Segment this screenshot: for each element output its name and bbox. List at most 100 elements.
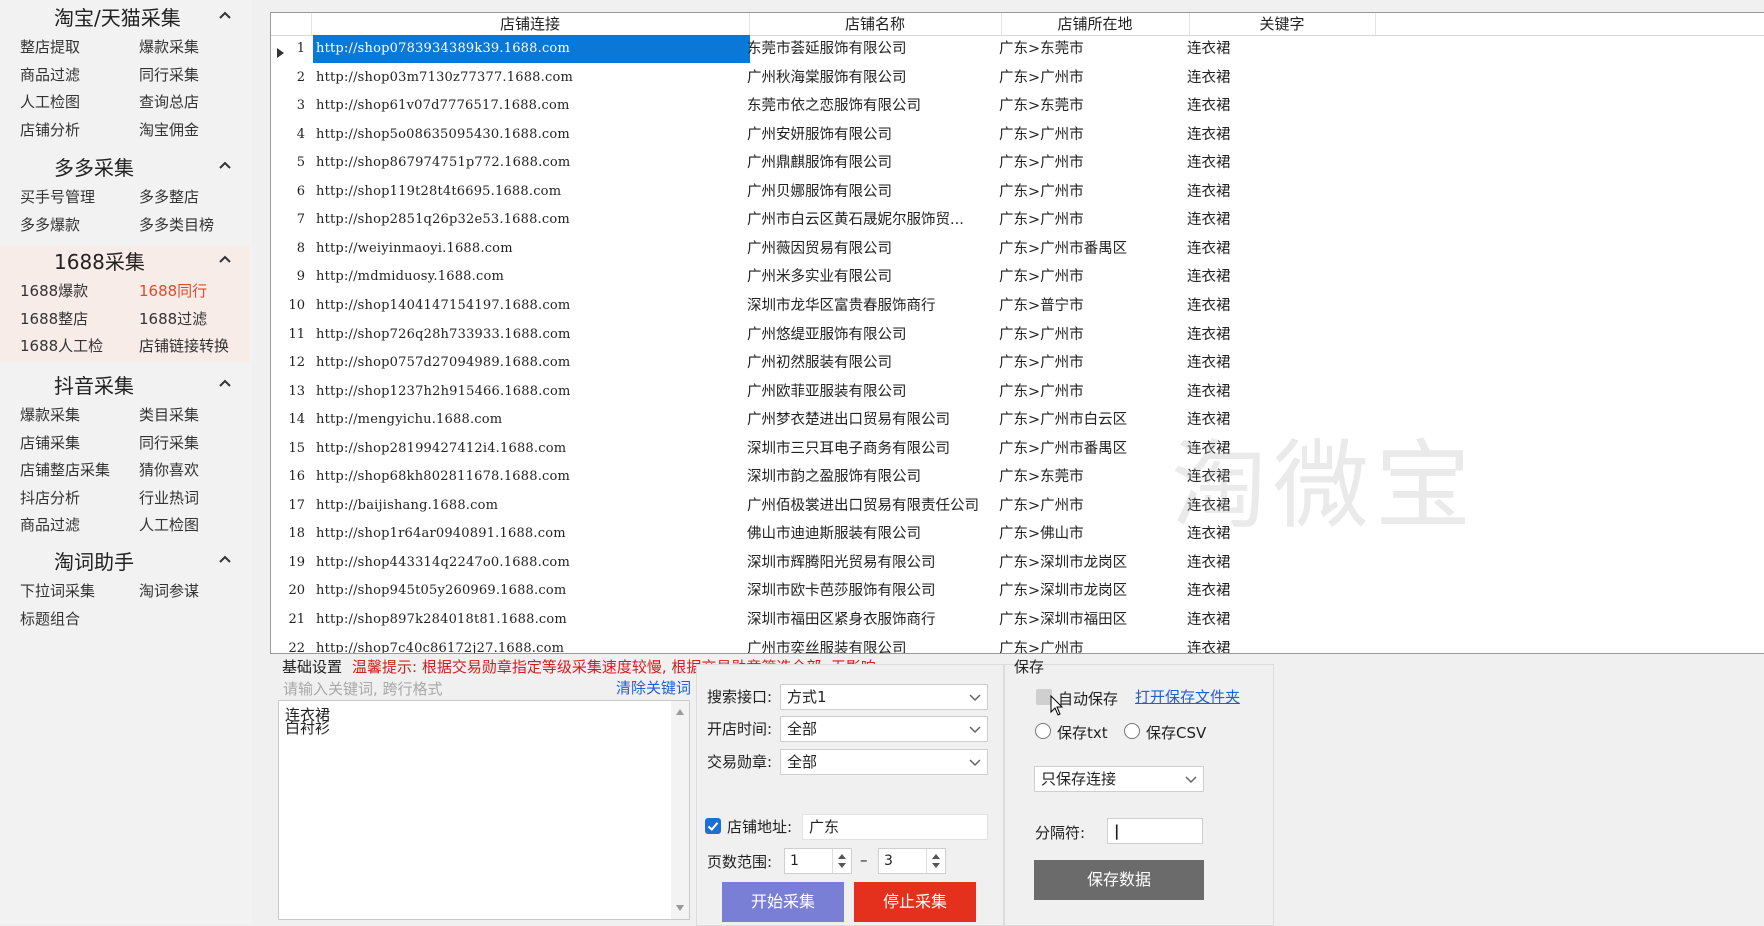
shop-name[interactable]: 广州薇因贸易有限公司 (747, 235, 999, 263)
shop-name[interactable]: 广州初然服装有限公司 (747, 349, 999, 377)
shop-location[interactable]: 广东>广州市 (999, 206, 1187, 234)
shop-location[interactable]: 广东>深圳市龙岗区 (999, 577, 1187, 605)
table-row[interactable]: 20 http://shop945t05y260969.1688.com 深圳市欧卡… (271, 577, 1764, 606)
shop-name[interactable]: 广州秋海棠服饰有限公司 (747, 64, 999, 92)
shop-name[interactable]: 深圳市韵之盈服饰有限公司 (747, 463, 999, 491)
table-row[interactable]: 17 http://baijishang.1688.com 广州佰极裳进出口贸易有限… (271, 492, 1764, 521)
sidebar-item[interactable]: 猜你喜欢 (139, 459, 199, 480)
sidebar-item[interactable]: 1688过滤 (139, 308, 207, 329)
sidebar-section-header[interactable]: 抖音采集 (0, 368, 248, 402)
stop-collect-button[interactable]: 停止采集 (854, 882, 976, 922)
table-row[interactable]: 15 http://shop28199427412i4.1688.com 深圳市三只… (271, 435, 1764, 464)
sidebar-item[interactable]: 店铺采集 (20, 432, 80, 453)
clear-keywords-link[interactable]: 清除关键词 (616, 677, 691, 698)
shop-name[interactable]: 东莞市依之恋服饰有限公司 (747, 92, 999, 120)
table-row[interactable]: 10 http://shop1404147154197.1688.com 深圳市龙华… (271, 292, 1764, 321)
results-grid[interactable]: 店铺连接 店铺名称 店铺所在地 关键字 1 http://shop07839343… (270, 12, 1764, 654)
sidebar-item[interactable]: 多多整店 (139, 186, 199, 207)
keyword[interactable]: 连衣裙 (1187, 406, 1367, 434)
shop-url[interactable]: http://shop726q28h733933.1688.com (313, 321, 750, 349)
sidebar-item[interactable]: 多多爆款 (20, 214, 80, 235)
chevron-up-icon[interactable] (216, 156, 234, 174)
sidebar-item[interactable]: 人工检图 (139, 514, 199, 535)
shop-url[interactable]: http://shop28199427412i4.1688.com (313, 435, 750, 463)
save-csv-radio[interactable] (1124, 723, 1140, 739)
shop-url[interactable]: http://baijishang.1688.com (313, 492, 750, 520)
keyword[interactable]: 连衣裙 (1187, 35, 1367, 63)
shop-location[interactable]: 广东>广州市 (999, 349, 1187, 377)
shop-location[interactable]: 广东>东莞市 (999, 35, 1187, 63)
sidebar-item[interactable]: 人工检图 (20, 91, 80, 112)
table-row[interactable]: 8 http://weiyinmaoyi.1688.com 广州薇因贸易有限公司 广东… (271, 235, 1764, 264)
col-header-location[interactable]: 店铺所在地 (1001, 13, 1190, 35)
shop-name[interactable]: 广州贝娜服饰有限公司 (747, 178, 999, 206)
sidebar-item[interactable]: 下拉词采集 (20, 580, 95, 601)
shop-url[interactable]: http://shop1237h2h915466.1688.com (313, 378, 750, 406)
shop-name[interactable]: 广州市奕丝服装有限公司 (747, 635, 999, 653)
shop-name[interactable]: 广州欧菲亚服装有限公司 (747, 378, 999, 406)
table-row[interactable]: 6 http://shop119t28t4t6695.1688.com 广州贝娜服饰… (271, 178, 1764, 207)
shop-url[interactable]: http://mdmiduosy.1688.com (313, 263, 750, 291)
page-to-spinner[interactable]: 3 (878, 848, 946, 874)
shop-url[interactable]: http://shop61v07d7776517.1688.com (313, 92, 750, 120)
sidebar-item[interactable]: 整店提取 (20, 36, 80, 57)
keyword[interactable]: 连衣裙 (1187, 235, 1367, 263)
sidebar-item[interactable]: 同行采集 (139, 64, 199, 85)
table-row[interactable]: 11 http://shop726q28h733933.1688.com 广州悠缇亚… (271, 321, 1764, 350)
shop-name[interactable]: 广州悠缇亚服饰有限公司 (747, 321, 999, 349)
sidebar-item[interactable]: 多多类目榜 (139, 214, 214, 235)
keyword-textarea[interactable]: 连衣裙 白衬衫 (278, 700, 690, 920)
sidebar-item[interactable]: 行业热词 (139, 487, 199, 508)
keyword[interactable]: 连衣裙 (1187, 577, 1367, 605)
separator-input[interactable]: | (1107, 818, 1203, 844)
page-from-spinner[interactable]: 1 (784, 848, 852, 874)
start-collect-button[interactable]: 开始采集 (722, 882, 844, 922)
keyword[interactable]: 连衣裙 (1187, 549, 1367, 577)
sidebar-item[interactable]: 1688爆款 (20, 280, 88, 301)
table-row[interactable]: 18 http://shop1r64ar0940891.1688.com 佛山市迪迪… (271, 520, 1764, 549)
shop-name[interactable]: 深圳市福田区紧身衣服饰商行 (747, 606, 999, 634)
shop-location[interactable]: 广东>广州市 (999, 121, 1187, 149)
keyword[interactable]: 连衣裙 (1187, 178, 1367, 206)
shop-location[interactable]: 广东>深圳市福田区 (999, 606, 1187, 634)
shop-name[interactable]: 广州市白云区黄石晟妮尔服饰贸... (747, 206, 999, 234)
shop-url[interactable]: http://shop5o08635095430.1688.com (313, 121, 750, 149)
table-row[interactable]: 7 http://shop2851q26p32e53.1688.com 广州市白云区… (271, 206, 1764, 235)
shop-name[interactable]: 深圳市欧卡芭莎服饰有限公司 (747, 577, 999, 605)
table-row[interactable]: 14 http://mengyichu.1688.com 广州梦衣楚进出口贸易有限公… (271, 406, 1764, 435)
shop-name[interactable]: 广州米多实业有限公司 (747, 263, 999, 291)
shop-url[interactable]: http://shop0783934389k39.1688.com (313, 35, 750, 63)
sidebar-item[interactable]: 1688整店 (20, 308, 88, 329)
table-row[interactable]: 12 http://shop0757d27094989.1688.com 广州初然服… (271, 349, 1764, 378)
shop-name[interactable]: 佛山市迪迪斯服装有限公司 (747, 520, 999, 548)
table-row[interactable]: 1 http://shop0783934389k39.1688.com 东莞市荟延服… (271, 35, 1764, 64)
shop-name[interactable]: 深圳市龙华区富贵春服饰商行 (747, 292, 999, 320)
sidebar-item[interactable]: 店铺分析 (20, 119, 80, 140)
shop-location[interactable]: 广东>广州市 (999, 178, 1187, 206)
table-row[interactable]: 4 http://shop5o08635095430.1688.com 广州安妍服饰… (271, 121, 1764, 150)
shop-location[interactable]: 广东>广州市 (999, 263, 1187, 291)
table-row[interactable]: 2 http://shop03m7130z77377.1688.com 广州秋海棠服… (271, 64, 1764, 93)
sidebar-section-header[interactable]: 淘词助手 (0, 544, 248, 578)
shop-url[interactable]: http://shop443314q2247o0.1688.com (313, 549, 750, 577)
keyword[interactable]: 连衣裙 (1187, 121, 1367, 149)
col-header-url[interactable]: 店铺连接 (311, 13, 750, 35)
sidebar-item[interactable]: 买手号管理 (20, 186, 95, 207)
keyword[interactable]: 连衣裙 (1187, 292, 1367, 320)
keyword[interactable]: 连衣裙 (1187, 606, 1367, 634)
sidebar-item[interactable]: 标题组合 (20, 608, 80, 629)
keyword[interactable]: 连衣裙 (1187, 321, 1367, 349)
shop-url[interactable]: http://shop03m7130z77377.1688.com (313, 64, 750, 92)
shop-url[interactable]: http://weiyinmaoyi.1688.com (313, 235, 750, 263)
sidebar-section-header[interactable]: 淘宝/天猫采集 (0, 0, 248, 34)
sidebar-item[interactable]: 类目采集 (139, 404, 199, 425)
keyword[interactable]: 连衣裙 (1187, 520, 1367, 548)
shop-url[interactable]: http://shop68kh802811678.1688.com (313, 463, 750, 491)
shop-name[interactable]: 广州安妍服饰有限公司 (747, 121, 999, 149)
shop-location[interactable]: 广东>深圳市龙岗区 (999, 549, 1187, 577)
shop-location[interactable]: 广东>广州市番禺区 (999, 235, 1187, 263)
table-row[interactable]: 22 http://shop7c40c86172j27.1688.com 广州市奕丝… (271, 635, 1764, 653)
keyword[interactable]: 连衣裙 (1187, 64, 1367, 92)
sidebar-item[interactable]: 查询总店 (139, 91, 199, 112)
shop-location[interactable]: 广东>广州市 (999, 149, 1187, 177)
